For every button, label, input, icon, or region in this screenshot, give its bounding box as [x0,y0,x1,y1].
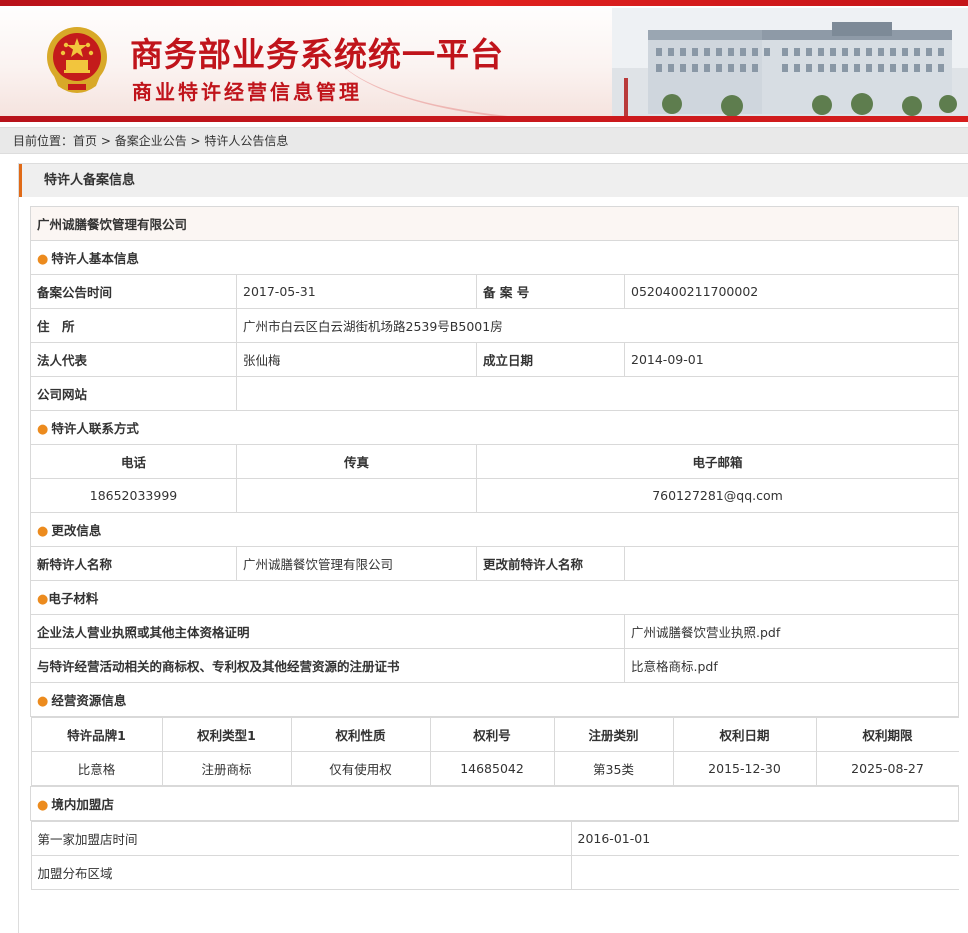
website-label: 公司网站 [30,376,237,411]
bullet-icon: ● [37,252,49,267]
table-row: 比意格 注册商标 仅有使用权 14685042 第35类 2015-12-30 … [30,751,959,786]
legal-rep-label: 法人代表 [30,342,237,377]
resource-cell: 比意格 [30,751,163,786]
national-emblem-icon [47,27,107,93]
material-label: 企业法人营业执照或其他主体资格证明 [30,614,625,649]
breadcrumb-separator: > [97,134,115,148]
founded-label: 成立日期 [476,342,625,377]
resources-table: 特许品牌1 权利类型1 权利性质 权利号 注册类别 权利日期 权利期限 比意格 … [30,717,959,786]
material-file-link[interactable]: 广州诚膳餐饮营业执照.pdf [623,614,960,649]
filing-no-value: 0520400211700002 [623,274,960,309]
section-contact: ● 特许人联系方式 [29,410,960,445]
section-heading: 特许人联系方式 [51,421,139,436]
new-name-value: 广州诚膳餐饮管理有限公司 [236,546,477,581]
filing-time-label: 备案公告时间 [30,274,237,309]
filing-time-value: 2017-05-31 [236,274,477,309]
resource-header: 权利期限 [815,717,959,752]
stores-table: 第一家加盟店时间 2016-01-01 加盟分布区域 [30,821,959,890]
bullet-icon: ● [37,798,49,813]
section-basic-info: ● 特许人基本信息 [29,240,960,275]
section-heading: 更改信息 [51,523,102,538]
section-materials: ●电子材料 [29,580,960,615]
breadcrumb-filing-link[interactable]: 备案企业公告 [115,134,187,148]
first-store-value: 2016-01-01 [570,821,959,856]
breadcrumb-separator: > [186,134,205,148]
bullet-icon: ● [37,694,49,709]
breadcrumb: 目前位置：首页 > 备案企业公告 > 特许人公告信息 [0,127,968,154]
resource-header: 权利性质 [290,717,431,752]
filing-info-table: 广州诚膳餐饮管理有限公司 ● 特许人基本信息 备案公告时间 2017-05-31 … [29,206,960,890]
new-name-label: 新特许人名称 [30,546,237,581]
company-name: 广州诚膳餐饮管理有限公司 [29,206,960,241]
section-heading: 特许人基本信息 [51,251,139,266]
section-heading: 电子材料 [48,591,99,606]
banner-bottom-bar [0,116,968,122]
filing-no-label: 备 案 号 [476,274,625,309]
section-heading: 境内加盟店 [51,797,114,812]
resource-header: 权利日期 [672,717,817,752]
bullet-icon: ● [37,592,49,607]
fax-value [236,478,477,513]
legal-rep-value: 张仙梅 [236,342,477,377]
resource-cell: 2015-12-30 [672,751,817,786]
old-name-value [623,546,960,581]
breadcrumb-current: 特许人公告信息 [204,134,289,148]
fax-header: 传真 [236,444,477,479]
resource-header: 注册类别 [553,717,674,752]
section-resources: ● 经营资源信息 [29,682,960,717]
resource-header: 特许品牌1 [30,717,163,752]
address-value: 广州市白云区白云湖街机场路2539号B5001房 [235,308,960,343]
resource-cell: 2025-08-27 [815,751,959,786]
resources-wrapper: 特许品牌1 权利类型1 权利性质 权利号 注册类别 权利日期 权利期限 比意格 … [30,717,959,787]
header-banner: 商务部业务系统统一平台 商业特许经营信息管理 [0,0,968,122]
resource-header: 权利类型1 [161,717,292,752]
platform-title: 商务部业务系统统一平台 [130,35,504,74]
bullet-icon: ● [37,524,49,539]
resource-cell: 14685042 [429,751,555,786]
resource-header: 权利号 [429,717,555,752]
resource-cell: 仅有使用权 [290,751,431,786]
email-header: 电子邮箱 [475,444,960,479]
platform-subtitle: 商业特许经营信息管理 [132,80,362,104]
section-heading: 经营资源信息 [51,693,127,708]
section-stores: ● 境内加盟店 [29,786,960,821]
area-value [570,855,959,890]
breadcrumb-home-link[interactable]: 首页 [73,134,97,148]
buildings-illustration-icon [612,8,968,118]
resource-cell: 第35类 [553,751,674,786]
email-value: 760127281@qq.com [475,478,960,513]
address-label: 住 所 [30,308,237,343]
stores-wrapper: 第一家加盟店时间 2016-01-01 加盟分布区域 [30,821,959,890]
phone-header: 电话 [30,444,237,479]
section-change: ● 更改信息 [29,512,960,547]
material-label: 与特许经营活动相关的商标权、专利权及其他经营资源的注册证书 [30,648,625,683]
resource-cell: 注册商标 [161,751,292,786]
material-file-link[interactable]: 比意格商标.pdf [623,648,960,683]
area-label: 加盟分布区域 [30,855,572,890]
phone-value: 18652033999 [30,478,237,513]
old-name-label: 更改前特许人名称 [476,546,625,581]
breadcrumb-prefix: 目前位置： [13,134,74,148]
founded-value: 2014-09-01 [623,342,960,377]
first-store-label: 第一家加盟店时间 [30,821,572,856]
bullet-icon: ● [37,422,49,437]
section-title: 特许人备案信息 [19,164,968,197]
website-value [235,376,960,411]
